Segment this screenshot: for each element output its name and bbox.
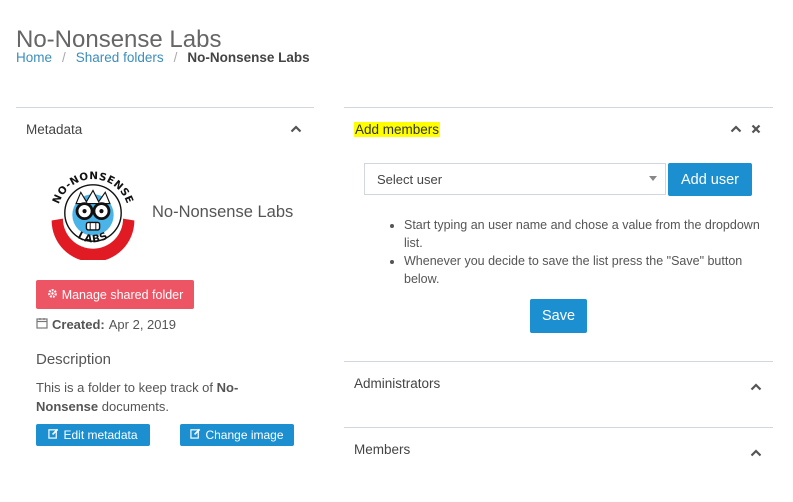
list-item: Whenever you decide to save the list pre…: [404, 252, 764, 288]
breadcrumb-current: No-Nonsense Labs: [187, 50, 310, 65]
breadcrumb: Home / Shared folders / No-Nonsense Labs: [16, 50, 310, 65]
list-item: Start typing an user name and chose a va…: [404, 216, 764, 252]
edit-icon: [190, 428, 201, 442]
breadcrumb-separator: /: [62, 50, 66, 65]
caret-down-icon: [649, 176, 657, 181]
chevron-up-icon[interactable]: [730, 122, 744, 136]
members-column: Add members Select user Add user Start t…: [344, 107, 773, 487]
change-image-button[interactable]: Change image: [180, 424, 294, 446]
administrators-title: Administrators: [354, 376, 441, 391]
close-icon[interactable]: [750, 122, 764, 136]
metadata-title: Metadata: [26, 122, 83, 137]
select-user-placeholder: Select user: [377, 171, 443, 187]
add-members-title: Add members: [354, 122, 441, 137]
members-title: Members: [354, 442, 411, 457]
add-members-header: Add members: [344, 108, 773, 152]
created-value: Apr 2, 2019: [108, 317, 176, 332]
folder-name: No-Nonsense Labs: [152, 203, 294, 221]
change-image-label: Change image: [205, 428, 284, 442]
edit-icon: [48, 428, 59, 442]
breadcrumb-shared-folders[interactable]: Shared folders: [76, 50, 164, 65]
manage-shared-folder-label: Manage shared folder: [61, 287, 184, 302]
gear-icon: [47, 288, 58, 302]
breadcrumb-home[interactable]: Home: [16, 50, 52, 65]
edit-metadata-label: Edit metadata: [63, 428, 138, 442]
save-button[interactable]: Save: [530, 299, 587, 333]
metadata-box-header: Metadata: [16, 108, 314, 152]
select-user-dropdown[interactable]: Select user: [364, 163, 666, 195]
administrators-header[interactable]: Administrators: [344, 362, 773, 406]
created-label: Created:: [52, 317, 105, 332]
members-box: Members: [344, 427, 773, 488]
description-heading: Description: [36, 351, 112, 368]
calendar-icon: [36, 317, 48, 332]
administrators-box: Administrators: [344, 361, 773, 428]
edit-metadata-button[interactable]: Edit metadata: [36, 424, 150, 446]
chevron-up-icon[interactable]: [290, 122, 304, 136]
members-header[interactable]: Members: [344, 428, 773, 472]
breadcrumb-separator: /: [173, 50, 178, 65]
add-user-button[interactable]: Add user: [668, 163, 752, 196]
manage-shared-folder-button[interactable]: Manage shared folder: [36, 280, 194, 309]
no-nonsense-labs-logo: NO-NONSENSE LABS: [46, 166, 140, 260]
description-text: This is a folder to keep track of No-Non…: [36, 380, 239, 414]
created-date: Created: Apr 2, 2019: [36, 317, 176, 332]
add-members-box: Add members Select user Add user Start t…: [344, 107, 773, 363]
chevron-up-icon[interactable]: [750, 446, 764, 460]
chevron-up-icon[interactable]: [750, 380, 764, 394]
metadata-box: Metadata NO-NONSENSE LABS No-Nonsense La…: [16, 107, 314, 488]
instructions-list: Start typing an user name and chose a va…: [386, 216, 764, 288]
